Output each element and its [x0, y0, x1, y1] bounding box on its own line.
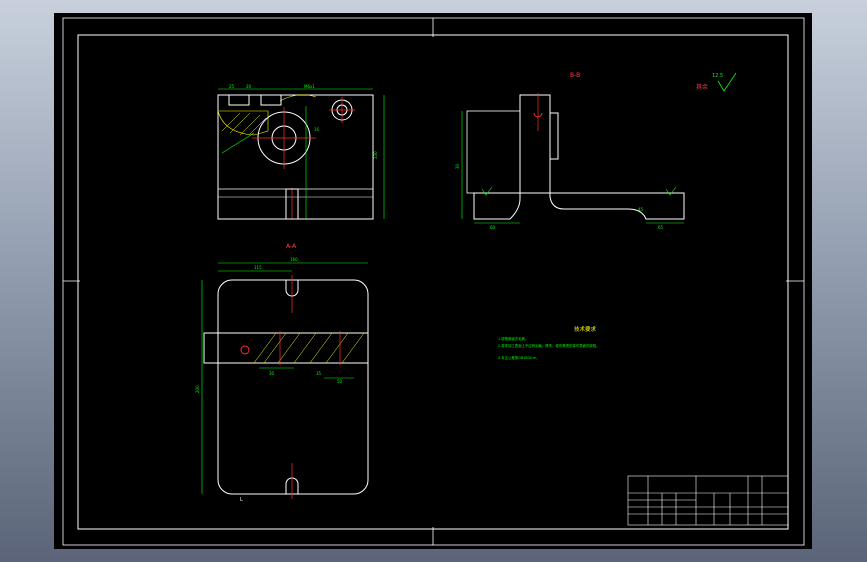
roughness-value: 12.5 — [712, 73, 723, 79]
label-l: L — [240, 497, 243, 503]
tech-line-3: 3.未注公差按GB1804-m。 — [498, 355, 540, 360]
dim-aa-width: 160 — [290, 257, 298, 262]
dim-top-3: M6x1 — [304, 84, 315, 89]
tech-line-2: 2.零件加工表面上不应有划痕、擦伤、碰伤等损伤零件表面的缺陷。 — [498, 343, 600, 348]
section-bb-label: B-B — [570, 72, 580, 79]
roughness-note: 其余 — [696, 83, 708, 91]
dim-aa-height: 200 — [195, 385, 200, 393]
technical-requirements: 技术要求 1.锐角倒钝去毛刺。 2.零件加工表面上不应有划痕、擦伤、碰伤等损伤零… — [498, 325, 600, 360]
tech-title: 技术要求 — [574, 325, 597, 333]
drawing-canvas: 25 20 M6x1 16 130 A-A 160 115 200 30 35 … — [62, 17, 805, 546]
dim-top-5: 130 — [373, 151, 378, 159]
dim-aa-b: 35 — [316, 371, 322, 376]
title-block — [627, 475, 789, 526]
dim-bb-3: 65 — [658, 225, 664, 230]
tech-line-1: 1.锐角倒钝去毛刺。 — [498, 336, 528, 341]
dim-aa-c: 50 — [337, 379, 343, 384]
dim-bb-2: 60 — [490, 225, 496, 230]
roughness-symbol: 其余 12.5 — [696, 72, 737, 92]
top-view: 25 20 M6x1 16 130 — [217, 84, 385, 220]
dim-top-2: 20 — [246, 84, 252, 89]
dim-bb-4: 45 — [638, 207, 644, 212]
center-marks — [63, 18, 804, 545]
section-aa-view: 160 115 200 30 35 50 L — [195, 257, 369, 503]
section-bb-view: 30 60 65 45 — [455, 93, 685, 230]
section-aa-label: A-A — [286, 243, 297, 250]
inner-border — [77, 34, 789, 530]
dim-aa-a: 30 — [269, 371, 275, 376]
cad-viewport[interactable]: 25 20 M6x1 16 130 A-A 160 115 200 30 35 … — [54, 13, 812, 549]
dim-top-4: 16 — [314, 127, 320, 132]
dim-top-1: 25 — [229, 84, 235, 89]
outer-frame — [62, 17, 805, 546]
dim-bb-1: 30 — [455, 163, 460, 169]
dim-aa-half: 115 — [254, 265, 262, 270]
